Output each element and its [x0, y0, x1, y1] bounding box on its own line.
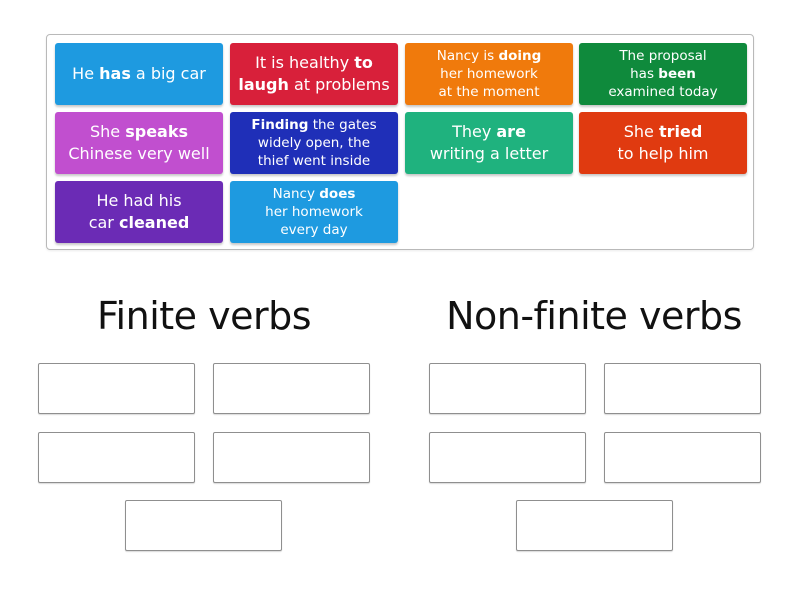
card-text: They: [452, 122, 497, 141]
card-verb-highlight: cleaned: [118, 213, 190, 232]
card-tray: He has a big car It is healthy to laugh …: [46, 34, 754, 250]
non-finite-drop-slot-3[interactable]: [429, 432, 586, 483]
card-nancy-is-doing[interactable]: Nancy is doing her homework at the momen…: [405, 43, 573, 105]
card-text: She: [623, 122, 659, 141]
card-text: her homework every day: [265, 204, 363, 238]
card-she-speaks-chinese[interactable]: She speaks Chinese very well: [55, 112, 223, 174]
card-text: her homework at the moment: [438, 66, 540, 100]
non-finite-drop-slot-1[interactable]: [429, 363, 586, 414]
card-text: at problems: [288, 75, 390, 94]
card-verb-highlight: are: [496, 122, 526, 141]
card-verb-highlight: speaks: [125, 122, 189, 141]
card-proposal-has-been-examined[interactable]: The proposal has been examined today: [579, 43, 747, 105]
card-it-is-healthy-to-laugh[interactable]: It is healthy to laugh at problems: [230, 43, 398, 105]
non-finite-drop-slot-4[interactable]: [604, 432, 761, 483]
card-text: She: [89, 122, 126, 141]
non-finite-drop-slot-2[interactable]: [604, 363, 761, 414]
card-he-had-his-car-cleaned[interactable]: He had his car cleaned: [55, 181, 223, 243]
card-text: Nancy: [272, 186, 320, 202]
card-she-tried-to-help[interactable]: She tried to help him: [579, 112, 747, 174]
card-text: examined today: [608, 84, 718, 100]
card-verb-highlight: does: [319, 186, 356, 202]
non-finite-drop-slot-5[interactable]: [516, 500, 673, 551]
card-text: writing a letter: [429, 144, 549, 163]
finite-drop-slot-5[interactable]: [125, 500, 282, 551]
card-verb-highlight: doing: [498, 48, 542, 64]
card-text: Nancy is: [436, 48, 499, 64]
finite-drop-slot-2[interactable]: [213, 363, 370, 414]
card-verb-highlight: has: [99, 64, 131, 83]
card-text: It is healthy: [255, 53, 355, 72]
card-verb-highlight: been: [658, 66, 696, 82]
card-text: He: [72, 64, 100, 83]
card-verb-highlight: tried: [658, 122, 703, 141]
group-heading-finite: Finite verbs: [96, 294, 312, 338]
finite-drop-slot-4[interactable]: [213, 432, 370, 483]
card-verb-highlight: Finding: [251, 117, 309, 133]
card-text: to help him: [617, 144, 709, 163]
card-nancy-does-her-homework[interactable]: Nancy does her homework every day: [230, 181, 398, 243]
card-text: a big car: [130, 64, 206, 83]
card-text: Chinese very well: [68, 144, 210, 163]
finite-drop-slot-1[interactable]: [38, 363, 195, 414]
group-heading-non-finite: Non-finite verbs: [446, 294, 742, 338]
card-they-are-writing[interactable]: They are writing a letter: [405, 112, 573, 174]
card-finding-the-gates[interactable]: Finding the gates widely open, the thief…: [230, 112, 398, 174]
finite-drop-slot-3[interactable]: [38, 432, 195, 483]
card-he-has-a-big-car[interactable]: He has a big car: [55, 43, 223, 105]
